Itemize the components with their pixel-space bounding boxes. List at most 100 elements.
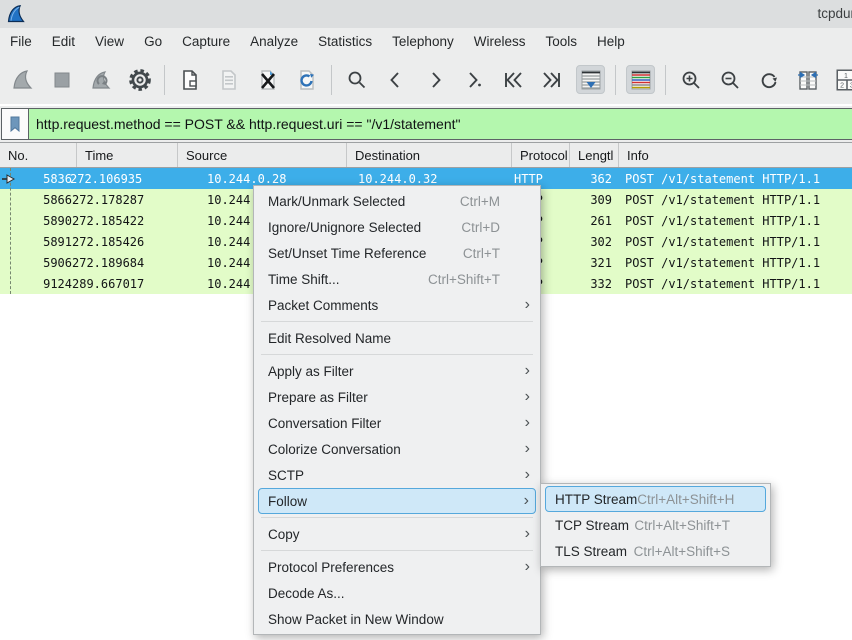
cell-length: 321	[576, 256, 612, 270]
cell-info: POST /v1/statement HTTP/1.1	[612, 214, 852, 228]
submenu-item-tcp-stream[interactable]: TCP Stream Ctrl+Alt+Shift+T	[541, 512, 770, 538]
find-packet-button[interactable]	[342, 65, 371, 94]
capture-options-button[interactable]	[125, 65, 154, 94]
column-header-time[interactable]: Time	[77, 143, 178, 167]
display-filter-field[interactable]: http.request.method == POST && http.requ…	[1, 108, 852, 140]
go-to-packet-button[interactable]	[459, 65, 488, 94]
menu-capture[interactable]: Capture	[172, 28, 240, 55]
menu-item-show-packet-new-window[interactable]: Show Packet in New Window	[254, 606, 540, 632]
column-header-source[interactable]: Source	[178, 143, 347, 167]
menu-item-decode-as[interactable]: Decode As...	[254, 580, 540, 606]
wireshark-logo-icon	[6, 4, 26, 24]
column-header-no[interactable]: No.	[0, 143, 77, 167]
menu-item-sctp[interactable]: SCTP	[254, 462, 540, 488]
menu-item-label: TLS Stream	[555, 544, 634, 559]
menu-item-apply-as-filter[interactable]: Apply as Filter	[254, 358, 540, 384]
go-to-packet-icon	[462, 68, 486, 92]
go-forward-button[interactable]	[420, 65, 449, 94]
go-first-button[interactable]	[498, 65, 527, 94]
file-close-button[interactable]	[253, 65, 282, 94]
menu-item-shortcut: Ctrl+Alt+Shift+T	[634, 518, 730, 533]
menu-item-label: Apply as Filter	[268, 364, 514, 379]
menu-item-label: Prepare as Filter	[268, 390, 514, 405]
menu-item-label: Show Packet in New Window	[268, 612, 514, 627]
zoom-out-icon	[718, 68, 742, 92]
submenu-arrow-icon	[514, 526, 530, 542]
cell-info: POST /v1/statement HTTP/1.1	[612, 256, 852, 270]
menu-tools[interactable]: Tools	[535, 28, 587, 55]
go-back-icon	[384, 68, 408, 92]
menu-item-mark-unmark[interactable]: Mark/Unmark Selected Ctrl+M	[254, 188, 540, 214]
menu-item-colorize-conversation[interactable]: Colorize Conversation	[254, 436, 540, 462]
menu-separator	[254, 318, 540, 325]
menu-help[interactable]: Help	[587, 28, 635, 55]
submenu-arrow-icon	[513, 493, 529, 509]
menu-file[interactable]: File	[0, 28, 42, 55]
menu-item-ignore-unignore[interactable]: Ignore/Unignore Selected Ctrl+D	[254, 214, 540, 240]
menu-item-edit-resolved-name[interactable]: Edit Resolved Name	[254, 325, 540, 351]
zoom-out-button[interactable]	[715, 65, 744, 94]
capture-stop-button[interactable]	[47, 65, 76, 94]
menu-item-shortcut: Ctrl+Alt+Shift+S	[634, 544, 730, 559]
column-header-protocol[interactable]: Protocol	[512, 143, 570, 167]
filter-bar: http.request.method == POST && http.requ…	[0, 106, 852, 142]
menu-item-conversation-filter[interactable]: Conversation Filter	[254, 410, 540, 436]
zoom-reset-button[interactable]	[754, 65, 783, 94]
find-packet-icon	[345, 68, 369, 92]
packet-context-menu: Mark/Unmark Selected Ctrl+M Ignore/Unign…	[253, 185, 541, 635]
submenu-arrow-icon	[514, 297, 530, 313]
menu-view[interactable]: View	[85, 28, 134, 55]
menu-telephony[interactable]: Telephony	[382, 28, 464, 55]
menu-item-time-shift[interactable]: Time Shift... Ctrl+Shift+T	[254, 266, 540, 292]
layout-icon: 1 2 3	[834, 67, 852, 93]
menu-item-prepare-as-filter[interactable]: Prepare as Filter	[254, 384, 540, 410]
colorize-toggle-button[interactable]	[626, 65, 655, 94]
display-filter-input[interactable]: http.request.method == POST && http.requ…	[29, 109, 852, 139]
menu-item-packet-comments[interactable]: Packet Comments	[254, 292, 540, 318]
menu-edit[interactable]: Edit	[42, 28, 85, 55]
title-bar: tcpdur	[0, 0, 852, 28]
layout-button[interactable]: 1 2 3	[832, 65, 852, 94]
cell-time: 272.178287	[72, 193, 187, 207]
menu-item-follow[interactable]: Follow	[258, 488, 536, 514]
zoom-reset-icon	[757, 68, 781, 92]
resize-columns-button[interactable]	[793, 65, 822, 94]
menu-statistics[interactable]: Statistics	[308, 28, 382, 55]
zoom-in-icon	[679, 68, 703, 92]
submenu-item-http-stream[interactable]: HTTP Stream Ctrl+Alt+Shift+H	[545, 486, 766, 512]
column-header-length[interactable]: Lengtl	[570, 143, 619, 167]
menu-item-protocol-preferences[interactable]: Protocol Preferences	[254, 554, 540, 580]
zoom-in-button[interactable]	[676, 65, 705, 94]
filter-bookmark-button[interactable]	[2, 109, 29, 139]
file-open-button[interactable]	[175, 65, 204, 94]
menu-item-label: Conversation Filter	[268, 416, 514, 431]
cell-length: 332	[576, 277, 612, 291]
cell-info: POST /v1/statement HTTP/1.1	[612, 193, 852, 207]
file-save-button[interactable]	[214, 65, 243, 94]
capture-start-button[interactable]	[8, 65, 37, 94]
cell-protocol: HTTP	[512, 172, 576, 186]
column-header-info[interactable]: Info	[619, 143, 852, 167]
menu-item-label: Ignore/Unignore Selected	[268, 220, 461, 235]
cell-length: 309	[576, 193, 612, 207]
menu-item-label: Protocol Preferences	[268, 560, 514, 575]
submenu-item-tls-stream[interactable]: TLS Stream Ctrl+Alt+Shift+S	[541, 538, 770, 564]
menu-analyze[interactable]: Analyze	[240, 28, 308, 55]
toolbar-separator	[615, 65, 616, 95]
go-last-button[interactable]	[537, 65, 566, 94]
column-header-destination[interactable]: Destination	[347, 143, 512, 167]
auto-scroll-toggle-button[interactable]	[576, 65, 605, 94]
go-back-button[interactable]	[381, 65, 410, 94]
menu-separator	[254, 351, 540, 358]
menu-item-label: Mark/Unmark Selected	[268, 194, 460, 209]
menu-item-time-reference[interactable]: Set/Unset Time Reference Ctrl+T	[254, 240, 540, 266]
file-reload-button[interactable]	[292, 65, 321, 94]
cell-length: 302	[576, 235, 612, 249]
menu-go[interactable]: Go	[134, 28, 172, 55]
menu-item-copy[interactable]: Copy	[254, 521, 540, 547]
menu-wireless[interactable]: Wireless	[464, 28, 536, 55]
cell-length: 261	[576, 214, 612, 228]
capture-restart-button[interactable]	[86, 65, 115, 94]
cell-info: POST /v1/statement HTTP/1.1	[612, 277, 852, 291]
capture-restart-icon	[89, 68, 113, 92]
